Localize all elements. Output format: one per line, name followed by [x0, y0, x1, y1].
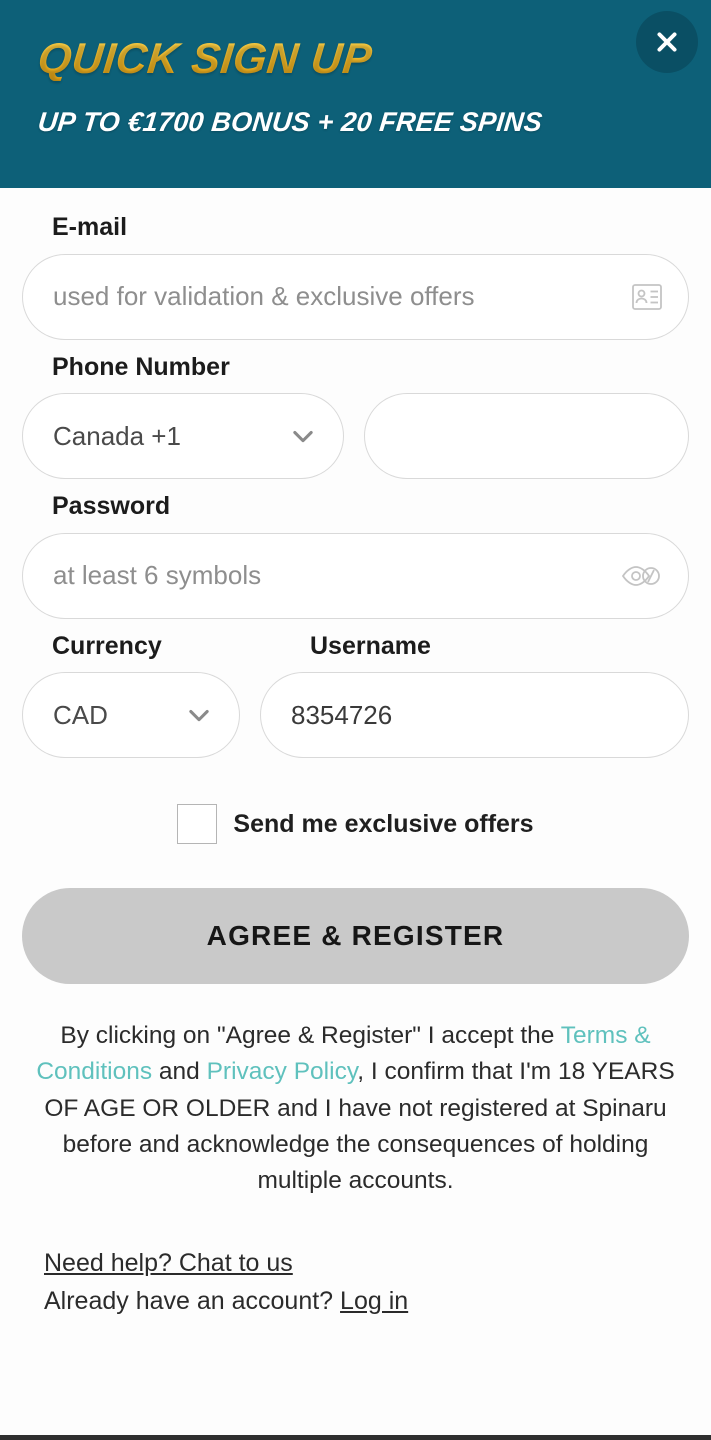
email-label: E-mail: [52, 213, 128, 241]
bonus-subtitle: UP TO €1700 BONUS + 20 FREE SPINS: [36, 107, 544, 137]
legal-text-part2: and: [152, 1058, 207, 1086]
email-input-placeholder: used for validation & exclusive offers: [53, 281, 475, 311]
currency-label: Currency: [52, 631, 162, 660]
exclusive-offers-row: Send me exclusive offers: [22, 804, 689, 844]
password-input-placeholder: at least 6 symbols: [53, 560, 262, 590]
legal-disclaimer: By clicking on "Agree & Register" I acce…: [22, 1018, 689, 1199]
username-input[interactable]: 8354726: [260, 672, 689, 758]
exclusive-offers-checkbox[interactable]: [177, 804, 218, 844]
phone-country-value: Canada +1: [53, 420, 181, 451]
agree-register-button[interactable]: AGREE & REGISTER: [22, 888, 689, 984]
currency-username-labels: Currency Username: [22, 631, 689, 673]
help-line: Need help? Chat to us: [44, 1245, 667, 1283]
email-input[interactable]: used for validation & exclusive offers: [22, 253, 689, 340]
eye-toggle-icon[interactable]: [622, 563, 662, 589]
currency-username-row: CAD 8354726: [22, 672, 689, 758]
signup-form: E-mail used for validation & exclusive o…: [0, 188, 711, 1440]
page-title: QUICK SIGN UP: [35, 35, 375, 83]
login-link[interactable]: Log in: [340, 1287, 408, 1315]
account-prompt-text: Already have an account?: [44, 1286, 341, 1315]
bottom-strip: [0, 1435, 711, 1440]
email-field-group: E-mail used for validation & exclusive o…: [22, 213, 689, 340]
password-field-group: Password at least 6 symbols: [22, 492, 689, 619]
currency-select[interactable]: CAD: [22, 672, 240, 758]
currency-username-group: Currency Username CAD 8354726: [22, 631, 689, 758]
contact-card-icon[interactable]: [632, 283, 662, 310]
phone-row: Canada +1: [22, 393, 689, 479]
login-line: Already have an account? Log in: [44, 1283, 667, 1321]
phone-country-select[interactable]: Canada +1: [22, 393, 344, 479]
quick-signup-modal: QUICK SIGN UP UP TO €1700 BONUS + 20 FRE…: [0, 0, 711, 1440]
legal-text-part1: By clicking on "Agree & Register" I acce…: [60, 1022, 561, 1049]
close-icon: [654, 29, 680, 55]
modal-header: QUICK SIGN UP UP TO €1700 BONUS + 20 FRE…: [0, 0, 711, 188]
currency-value: CAD: [53, 699, 108, 730]
phone-label: Phone Number: [52, 352, 230, 381]
username-label: Username: [310, 631, 431, 660]
phone-number-input[interactable]: [364, 393, 689, 479]
modal-footer: Need help? Chat to us Already have an ac…: [22, 1245, 689, 1320]
chevron-down-icon: [289, 422, 317, 450]
password-input[interactable]: at least 6 symbols: [22, 532, 689, 619]
chevron-down-icon: [185, 701, 213, 729]
close-button[interactable]: [636, 11, 698, 73]
exclusive-offers-label[interactable]: Send me exclusive offers: [233, 810, 533, 839]
phone-field-group: Phone Number Canada +1: [22, 352, 689, 479]
privacy-policy-link[interactable]: Privacy Policy: [207, 1058, 358, 1085]
username-value: 8354726: [291, 699, 393, 730]
chat-support-link[interactable]: Need help? Chat to us: [44, 1249, 293, 1277]
password-label: Password: [52, 492, 171, 520]
